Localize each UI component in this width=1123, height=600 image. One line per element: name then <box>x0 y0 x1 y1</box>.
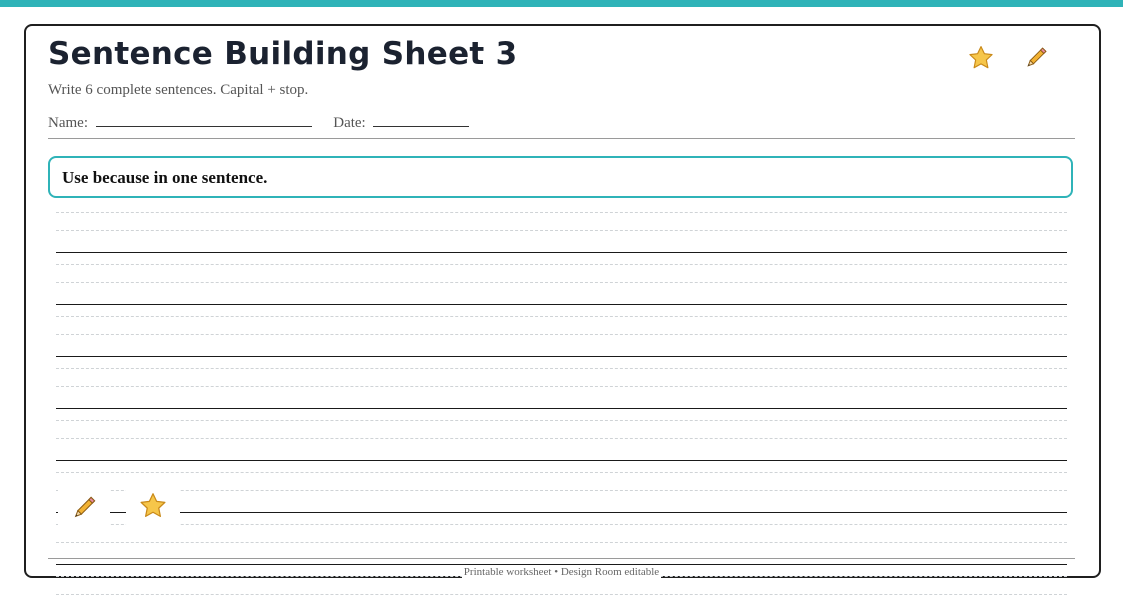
guide-line <box>56 368 1067 369</box>
guide-line <box>56 316 1067 317</box>
name-field[interactable] <box>95 112 312 127</box>
date-field[interactable] <box>373 112 470 127</box>
writing-baseline[interactable] <box>56 512 1067 513</box>
guide-line <box>56 438 1067 439</box>
inline-star-tile <box>126 482 180 530</box>
guide-line <box>56 386 1067 387</box>
header-pencil-tile <box>1010 33 1062 83</box>
instructions-text: Write 6 complete sentences. Capital + st… <box>48 82 309 98</box>
footer: Printable worksheet • Design Room editab… <box>0 566 1123 578</box>
header-divider <box>48 138 1075 139</box>
name-label: Name: <box>48 115 88 131</box>
guide-line <box>56 334 1067 335</box>
name-date-row: Name: Date: <box>48 112 470 132</box>
prompt-box: Use because in one sentence. <box>48 156 1073 198</box>
guide-line <box>56 472 1067 473</box>
guide-line <box>56 264 1067 265</box>
footer-text: Printable worksheet • Design Room editab… <box>461 566 662 578</box>
guide-line <box>56 230 1067 231</box>
footer-divider <box>48 558 1075 559</box>
top-accent-bar <box>0 0 1123 7</box>
prompt-text: Use because in one sentence. <box>62 168 268 187</box>
star-icon <box>140 493 166 517</box>
writing-baseline[interactable] <box>56 408 1067 409</box>
guide-line <box>56 594 1067 595</box>
writing-baseline[interactable] <box>56 460 1067 461</box>
guide-line <box>56 542 1067 543</box>
writing-baseline[interactable] <box>56 356 1067 357</box>
pencil-icon <box>1027 47 1047 67</box>
guide-line <box>56 420 1067 421</box>
writing-lines[interactable] <box>56 200 1067 600</box>
inline-pencil-tile <box>58 484 110 532</box>
date-label: Date: <box>333 115 366 131</box>
writing-baseline[interactable] <box>56 304 1067 305</box>
writing-baseline[interactable] <box>56 252 1067 253</box>
guide-line <box>56 212 1067 213</box>
writing-baseline[interactable] <box>56 564 1067 565</box>
page-title: Sentence Building Sheet 3 <box>48 36 518 72</box>
guide-line <box>56 490 1067 491</box>
pencil-icon <box>74 496 96 518</box>
guide-line <box>56 282 1067 283</box>
star-icon <box>969 45 993 69</box>
guide-line <box>56 524 1067 525</box>
header-star-tile <box>955 33 1007 83</box>
